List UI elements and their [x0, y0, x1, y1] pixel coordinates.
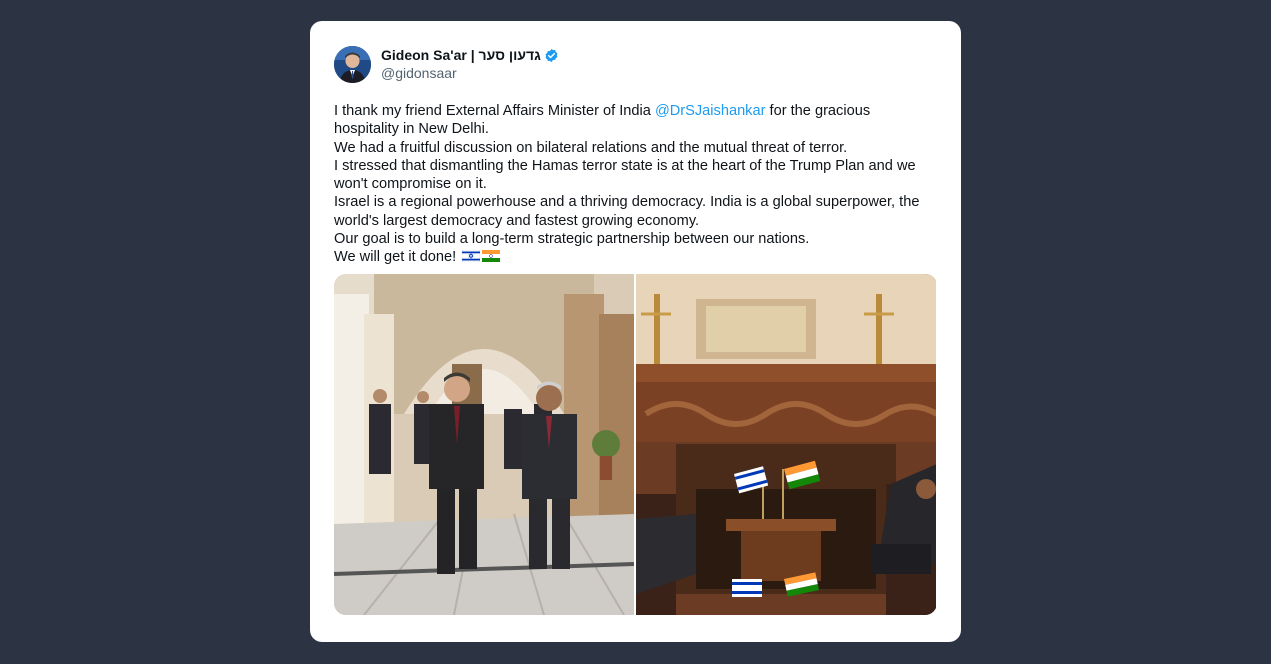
india-flag-icon: [482, 249, 501, 263]
mention-link[interactable]: @DrSJaishankar: [655, 103, 766, 119]
tweet-line-5: Our goal is to build a long-term strateg…: [334, 231, 810, 248]
tweet-text-segment: I thank my friend External Affairs Minis…: [334, 103, 655, 119]
tweet-line-2: We had a fruitful discussion on bilatera…: [334, 139, 848, 156]
tweet-media[interactable]: [334, 274, 937, 615]
photo-meeting-room-flags[interactable]: [636, 274, 936, 615]
tweet-text: I thank my friend External Affairs Minis…: [334, 102, 934, 267]
tweet-card: Gideon Sa'ar | גדעון סער @gidonsaar I th…: [310, 21, 961, 642]
avatar[interactable]: [334, 45, 371, 83]
tweet-line-4: Israel is a regional powerhouse and a th…: [334, 194, 920, 229]
tweet-line-1: I thank my friend External Affairs Minis…: [334, 102, 934, 139]
author-handle[interactable]: @gidonsaar: [381, 64, 559, 82]
israel-flag-icon: [462, 249, 481, 263]
author-names: Gideon Sa'ar | גדעון סער @gidonsaar: [381, 46, 559, 82]
tweet-line-3: I stressed that dismantling the Hamas te…: [334, 157, 916, 193]
photo-walking-corridor[interactable]: [334, 274, 634, 615]
tweet-line-6: We will get it done!: [334, 248, 934, 266]
verified-badge-icon: [544, 48, 559, 63]
tweet-text-segment: We will get it done!: [334, 249, 457, 266]
author-display-name[interactable]: Gideon Sa'ar | גדעון סער: [381, 46, 541, 64]
tweet-header: Gideon Sa'ar | גדעון סער @gidonsaar: [334, 45, 937, 83]
